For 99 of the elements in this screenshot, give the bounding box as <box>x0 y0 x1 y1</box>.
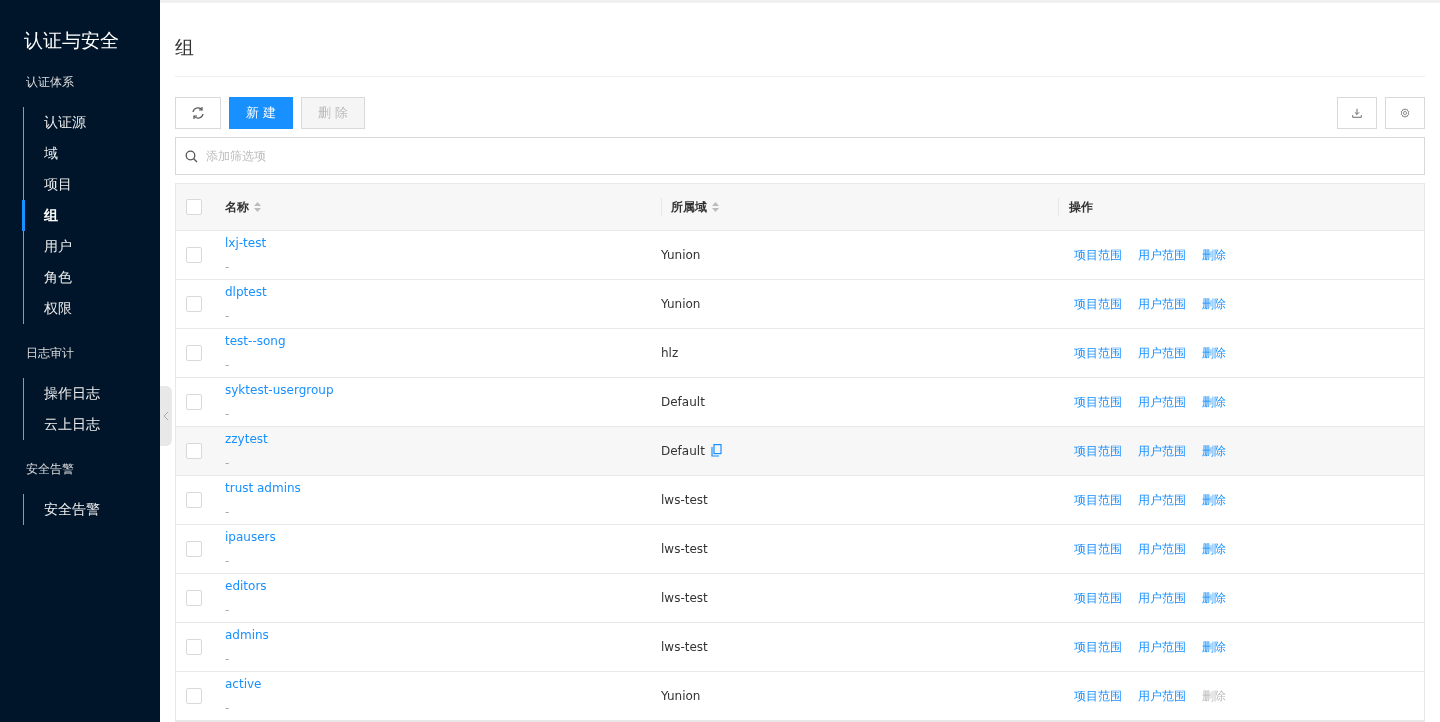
group-name-link[interactable]: ipausers <box>225 527 661 546</box>
group-name-link[interactable]: dlptest <box>225 282 661 301</box>
sidebar-item[interactable]: 用户 <box>22 230 160 262</box>
action-link[interactable]: 用户范围 <box>1138 294 1186 313</box>
action-link[interactable]: 项目范围 <box>1074 490 1122 509</box>
group-name-link[interactable]: zzytest <box>225 429 661 448</box>
description-text: - <box>225 454 231 472</box>
sidebar-title: 认证与安全 <box>23 28 120 53</box>
domain-text: Default <box>661 393 705 411</box>
domain-text: Default <box>661 442 705 460</box>
sidebar-item[interactable]: 角色 <box>22 261 160 293</box>
column-header: 所属域 <box>671 198 707 216</box>
column-header: 操作 <box>1069 198 1093 216</box>
action-link[interactable]: 删除 <box>1202 392 1226 411</box>
domain-text: lws-test <box>661 540 708 558</box>
description-text: - <box>225 307 231 325</box>
domain-text: lws-test <box>661 491 708 509</box>
action-link[interactable]: 项目范围 <box>1074 588 1122 607</box>
description-text: - <box>225 503 231 521</box>
action-link[interactable]: 用户范围 <box>1138 637 1186 656</box>
action-link[interactable]: 用户范围 <box>1138 686 1186 705</box>
collapse-handle[interactable] <box>160 386 172 446</box>
action-link[interactable]: 项目范围 <box>1074 343 1122 362</box>
sidebar-item[interactable]: 云上日志 <box>22 408 160 440</box>
action-link[interactable]: 用户范围 <box>1138 490 1186 509</box>
group-name-link[interactable]: active <box>225 674 661 693</box>
description-text: - <box>225 650 231 668</box>
row-checkbox[interactable] <box>186 393 202 410</box>
action-link[interactable]: 用户范围 <box>1138 588 1186 607</box>
domain-text: Yunion <box>661 295 701 313</box>
row-checkbox[interactable] <box>186 491 202 508</box>
group-name-link[interactable]: admins <box>225 625 661 644</box>
action-link[interactable]: 删除 <box>1202 588 1226 607</box>
page-title: 组 <box>175 33 1425 77</box>
sidebar-group-label: 日志审计 <box>25 344 75 362</box>
domain-text: hlz <box>661 344 679 362</box>
action-link[interactable]: 项目范围 <box>1074 294 1122 313</box>
refresh-icon <box>191 105 205 120</box>
description-text: - <box>225 699 231 717</box>
action-link[interactable]: 删除 <box>1202 294 1226 313</box>
action-link[interactable]: 用户范围 <box>1138 343 1186 362</box>
settings-button[interactable] <box>1385 96 1425 129</box>
sidebar-item[interactable]: 组 <box>22 199 160 231</box>
description-text: - <box>225 552 231 570</box>
domain-text: lws-test <box>661 638 708 656</box>
group-name-link[interactable]: test--song <box>225 331 661 350</box>
row-checkbox[interactable] <box>186 442 202 459</box>
select-all-checkbox[interactable] <box>186 198 202 215</box>
row-checkbox[interactable] <box>186 246 202 263</box>
sort-icon[interactable] <box>253 200 262 213</box>
action-link[interactable]: 项目范围 <box>1074 441 1122 460</box>
domain-text: Yunion <box>661 246 701 264</box>
action-link[interactable]: 用户范围 <box>1138 392 1186 411</box>
group-name-link[interactable]: trust admins <box>225 478 661 497</box>
action-link[interactable]: 删除 <box>1202 343 1226 362</box>
row-checkbox[interactable] <box>186 344 202 361</box>
sidebar-item[interactable]: 安全告警 <box>22 493 160 525</box>
row-checkbox[interactable] <box>186 295 202 312</box>
row-checkbox[interactable] <box>186 687 202 704</box>
action-link[interactable]: 删除 <box>1202 245 1226 264</box>
sidebar-item[interactable]: 域 <box>22 137 160 169</box>
action-link[interactable]: 项目范围 <box>1074 539 1122 558</box>
description-text: - <box>225 258 231 276</box>
copy-icon[interactable] <box>710 444 722 457</box>
action-link[interactable]: 删除 <box>1202 637 1226 656</box>
group-name-link[interactable]: editors <box>225 576 661 595</box>
sidebar-item[interactable]: 操作日志 <box>22 377 160 409</box>
action-link[interactable]: 用户范围 <box>1138 245 1186 264</box>
action-link[interactable]: 删除 <box>1202 490 1226 509</box>
description-text: - <box>225 405 231 423</box>
action-link[interactable]: 项目范围 <box>1074 245 1122 264</box>
row-checkbox[interactable] <box>186 638 202 655</box>
sidebar-item[interactable]: 项目 <box>22 168 160 200</box>
column-header: 名称 <box>225 198 249 216</box>
sidebar-item[interactable]: 认证源 <box>22 106 160 138</box>
download-button[interactable] <box>1337 96 1377 129</box>
chevron-left-icon <box>163 411 169 421</box>
group-name-link[interactable]: lxj-test <box>225 233 661 252</box>
action-link[interactable]: 删除 <box>1202 539 1226 558</box>
description-text: - <box>225 356 231 374</box>
action-link[interactable]: 删除 <box>1202 441 1226 460</box>
row-checkbox[interactable] <box>186 540 202 557</box>
sidebar-group-label: 认证体系 <box>25 73 75 91</box>
action-link[interactable]: 用户范围 <box>1138 539 1186 558</box>
action-link[interactable]: 项目范围 <box>1074 637 1122 656</box>
refresh-button[interactable] <box>175 96 221 129</box>
search-field[interactable]: 添加筛选项 <box>175 136 1425 175</box>
row-checkbox[interactable] <box>186 589 202 606</box>
domain-text: Yunion <box>661 687 701 705</box>
action-link[interactable]: 用户范围 <box>1138 441 1186 460</box>
action-link[interactable]: 项目范围 <box>1074 686 1122 705</box>
action-link[interactable]: 项目范围 <box>1074 392 1122 411</box>
sort-icon[interactable] <box>711 200 720 213</box>
domain-text: lws-test <box>661 589 708 607</box>
sidebar-group-label: 安全告警 <box>25 460 75 478</box>
sidebar-item[interactable]: 权限 <box>22 292 160 324</box>
group-name-link[interactable]: syktest-usergroup <box>225 380 661 399</box>
create-button[interactable]: 新 建 <box>229 96 293 129</box>
description-text: - <box>225 601 231 619</box>
